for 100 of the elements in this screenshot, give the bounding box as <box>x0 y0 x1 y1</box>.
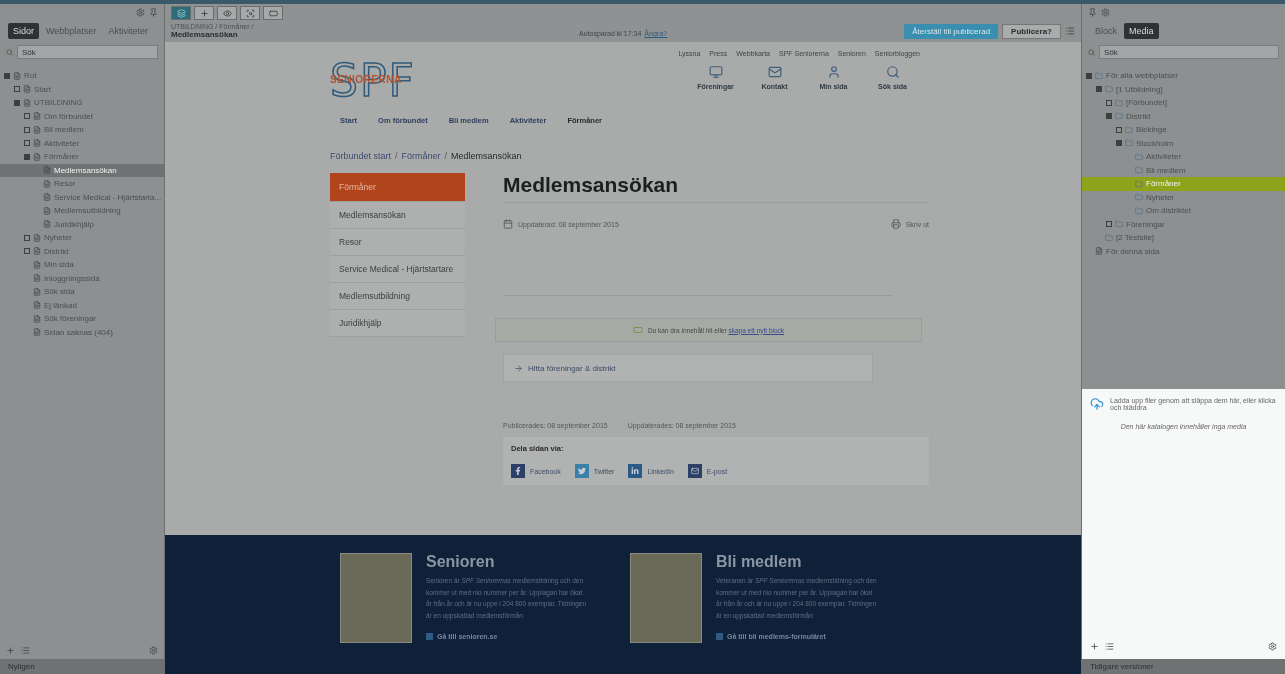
footer-heading: Senioren <box>426 553 496 571</box>
folder-icon <box>1115 112 1123 121</box>
tree-item[interactable]: Nyheter <box>0 231 164 245</box>
search-field[interactable]: Sök <box>17 45 158 59</box>
expand-toggle-icon[interactable] <box>24 140 30 147</box>
page-icon <box>43 166 51 175</box>
expand-toggle-icon[interactable] <box>4 72 10 79</box>
expand-toggle-icon[interactable] <box>24 126 30 133</box>
tree-item[interactable]: Service Medical - Hjärtstarta... <box>0 190 164 204</box>
side-menu-item[interactable]: Medlemsansökan <box>330 202 465 229</box>
user-icon <box>826 65 841 79</box>
folder-icon <box>1095 71 1103 80</box>
link-box[interactable]: Hitta föreningar & distrikt <box>503 354 873 382</box>
page-icon <box>33 274 41 283</box>
plus-icon[interactable] <box>194 6 214 20</box>
settings-icon[interactable] <box>1101 8 1110 17</box>
folder-icon <box>1135 193 1143 202</box>
block-icon <box>632 325 643 335</box>
page-icon <box>23 85 31 94</box>
breadcrumb-link[interactable]: Förmåner <box>401 151 441 161</box>
settings-icon[interactable] <box>136 8 145 17</box>
panel-tab[interactable]: Sidor <box>8 23 39 39</box>
panel-tab[interactable]: Media <box>1124 23 1159 39</box>
pin-icon[interactable] <box>1088 8 1097 17</box>
tree-item[interactable]: Aktiviteter <box>1082 150 1285 164</box>
side-menu-item[interactable]: Förmåner <box>330 173 465 202</box>
expand-toggle-icon[interactable] <box>24 113 30 120</box>
page-icon <box>33 152 41 161</box>
folder-icon <box>1125 139 1133 148</box>
tree-item[interactable]: Start <box>0 82 164 96</box>
page-icon <box>43 179 51 188</box>
page-icon <box>43 220 51 229</box>
settings-icon[interactable] <box>1268 642 1277 651</box>
expand-toggle-icon[interactable] <box>24 153 30 160</box>
zoom-icon[interactable] <box>240 6 260 20</box>
tree-item[interactable]: Inloggningssida <box>0 271 164 285</box>
tree-item[interactable]: [1 Utbildning] <box>1082 82 1285 96</box>
expand-toggle-icon[interactable] <box>1106 221 1112 228</box>
side-menu-item[interactable]: Service Medical - Hjärtstartare <box>330 256 465 283</box>
footer-heading: Bli medlem <box>716 553 803 571</box>
folder-icon <box>1115 98 1123 107</box>
settings-icon[interactable] <box>149 646 158 655</box>
panel-footer-label[interactable]: Nyligen <box>0 659 164 674</box>
page-icon <box>33 112 41 121</box>
tree-item[interactable]: Nyheter <box>1082 190 1285 204</box>
tree-item[interactable]: Medlemsansökan <box>0 163 164 177</box>
panel-tab[interactable]: Webbplatser <box>41 23 102 39</box>
expand-toggle-icon[interactable] <box>24 234 30 241</box>
search-icon <box>6 48 13 56</box>
page-icon <box>33 314 41 323</box>
facebook-icon <box>511 464 525 478</box>
tree-item[interactable]: Distrikt <box>0 244 164 258</box>
plus-icon[interactable] <box>1090 642 1099 651</box>
expand-toggle-icon[interactable] <box>1096 86 1102 93</box>
expand-toggle-icon[interactable] <box>1086 72 1092 79</box>
folder-icon <box>1135 206 1143 215</box>
tree-item[interactable]: Min sida <box>0 258 164 272</box>
expand-toggle-icon[interactable] <box>1116 126 1122 133</box>
eye-icon[interactable] <box>217 6 237 20</box>
list-icon[interactable] <box>21 646 30 655</box>
tree-item[interactable]: Distrikt <box>1082 109 1285 123</box>
tree-item[interactable]: Förmåner <box>1082 177 1285 191</box>
layers-icon[interactable] <box>171 6 191 20</box>
panel-tab[interactable]: Aktiviteter <box>103 23 153 39</box>
side-menu-item[interactable]: Medlemsutbildning <box>330 283 465 310</box>
page-title: Medlemsansökan <box>171 30 239 39</box>
panel-tab[interactable]: Block <box>1090 23 1122 39</box>
search-icon <box>885 65 900 79</box>
page-icon <box>33 125 41 134</box>
publish-button[interactable]: Publicera? <box>1002 23 1061 39</box>
tree-item[interactable]: Aktiviteter <box>0 136 164 150</box>
tree-item[interactable]: Blekinge <box>1082 123 1285 137</box>
breadcrumb-link[interactable]: Förbundet start <box>330 151 392 161</box>
expand-toggle-icon[interactable] <box>14 99 20 106</box>
tree-item[interactable]: UTBILDNING <box>0 96 164 110</box>
tree-item[interactable]: Juridikhjälp <box>0 217 164 231</box>
folder-icon <box>1115 220 1123 229</box>
pin-icon[interactable] <box>149 8 158 17</box>
expand-toggle-icon[interactable] <box>14 86 20 93</box>
side-menu-item[interactable]: Juridikhjälp <box>330 310 465 337</box>
expand-toggle-icon[interactable] <box>24 248 30 255</box>
search-field[interactable]: Sök <box>1099 45 1279 59</box>
expand-toggle-icon[interactable] <box>1106 99 1112 106</box>
expand-toggle-icon[interactable] <box>1106 113 1112 120</box>
page-icon <box>33 247 41 256</box>
list-icon[interactable] <box>1105 642 1114 651</box>
expand-toggle-icon[interactable] <box>1116 140 1122 147</box>
mail-icon <box>687 464 702 478</box>
revert-button[interactable]: Återställ till publicerad <box>904 23 999 39</box>
folder-icon <box>1105 233 1113 242</box>
linkedin-icon <box>628 464 643 478</box>
tree-item[interactable]: [Förbundet] <box>1082 96 1285 110</box>
folder-icon <box>1135 179 1143 188</box>
printer-icon <box>890 219 901 229</box>
tree-item[interactable]: Medlemsutbildning <box>0 204 164 218</box>
plus-icon[interactable] <box>6 646 15 655</box>
side-menu-item[interactable]: Resor <box>330 229 465 256</box>
rectangle-icon[interactable] <box>263 6 283 20</box>
page-icon <box>33 233 41 242</box>
page-icon <box>33 260 41 269</box>
